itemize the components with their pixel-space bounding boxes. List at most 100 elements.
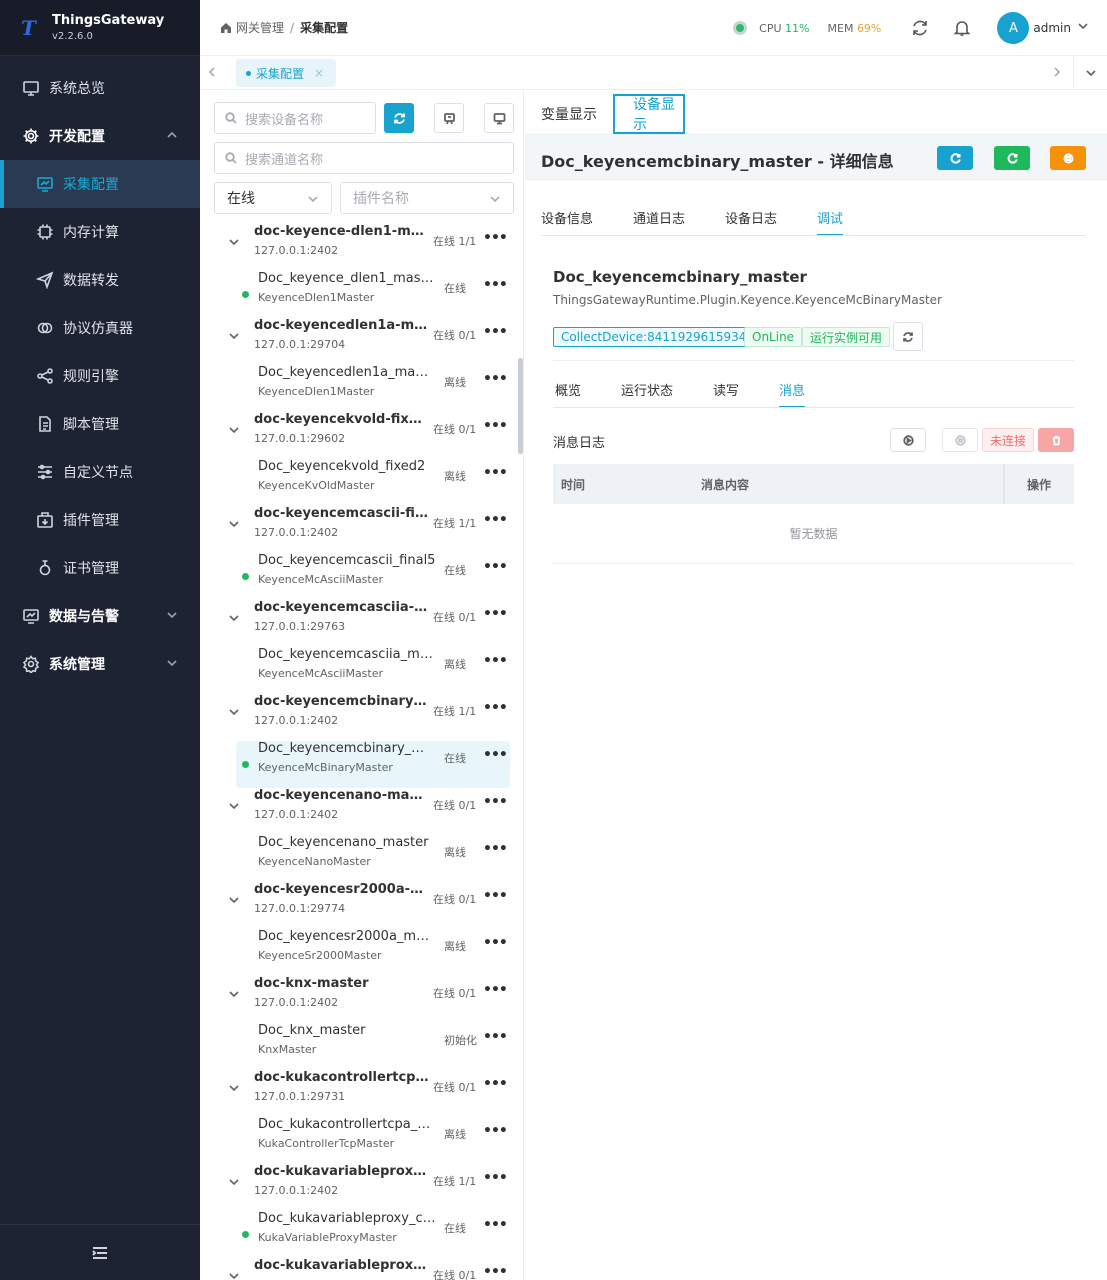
tree-channel-node[interactable]: doc-keyencemcascii-final5 127.0.0.1:2402 在… — [200, 506, 516, 553]
page-tab-collect-config[interactable]: 采集配置 × — [236, 59, 337, 87]
sidebar-item-memory-compute[interactable]: 内存计算 — [0, 208, 200, 256]
chevron-down-icon[interactable] — [228, 236, 240, 248]
tree-device-node[interactable]: Doc_keyencemcbinary_master KeyenceMcBinar… — [236, 741, 510, 788]
chevron-down-icon[interactable] — [228, 518, 240, 530]
chevron-down-icon[interactable] — [228, 612, 240, 624]
status-select[interactable]: 在线 — [214, 182, 332, 214]
more-icon[interactable]: ••• — [483, 230, 508, 246]
more-icon[interactable]: ••• — [483, 1170, 508, 1186]
more-icon[interactable]: ••• — [483, 700, 508, 716]
pause-log-button[interactable] — [942, 428, 978, 452]
sidebar-item-cert-manage[interactable]: 证书管理 — [0, 544, 200, 592]
more-icon[interactable]: ••• — [483, 653, 508, 669]
sidebar-item-custom-node[interactable]: 自定义节点 — [0, 448, 200, 496]
tab-device-log[interactable]: 设备日志 — [725, 208, 777, 236]
tab-device-display[interactable]: 设备显示 — [613, 94, 685, 134]
sidebar-item-plugin-manage[interactable]: 插件管理 — [0, 496, 200, 544]
restart-button[interactable] — [994, 146, 1030, 170]
tree-channel-node[interactable]: doc-knx-master 127.0.0.1:2402 在线 0/1 ••• — [200, 976, 516, 1023]
sidebar-group-dev-config[interactable]: 开发配置 — [0, 112, 200, 160]
more-icon[interactable]: ••• — [483, 747, 508, 763]
more-icon[interactable]: ••• — [483, 982, 508, 998]
more-icon[interactable]: ••• — [483, 1123, 508, 1139]
more-icon[interactable]: ••• — [483, 1264, 508, 1280]
sidebar-item-rule-engine[interactable]: 规则引擎 — [0, 352, 200, 400]
search-refresh-button[interactable] — [384, 103, 414, 133]
stop-button[interactable] — [1050, 146, 1086, 170]
search-device-input[interactable]: 搜索设备名称 — [214, 102, 376, 134]
sidebar-item-data-forward[interactable]: 数据转发 — [0, 256, 200, 304]
start-log-button[interactable] — [890, 428, 926, 452]
subtab-run-state[interactable]: 运行状态 — [621, 380, 673, 408]
tree-device-node[interactable]: Doc_keyence_dlen1_master_fixed KeyenceDle… — [200, 271, 516, 318]
more-icon[interactable]: ••• — [483, 888, 508, 904]
more-icon[interactable]: ••• — [483, 371, 508, 387]
subtab-overview[interactable]: 概览 — [555, 380, 581, 408]
more-icon[interactable]: ••• — [483, 465, 508, 481]
tree-channel-node[interactable]: doc-keyencemcbinary-master 127.0.0.1:2402… — [200, 694, 516, 741]
sidebar-group-data-alarm[interactable]: 数据与告警 — [0, 592, 200, 640]
chevron-down-icon[interactable] — [1077, 20, 1107, 36]
tabs-dropdown-button[interactable] — [1073, 56, 1107, 90]
chevron-down-icon[interactable] — [228, 424, 240, 436]
tree-device-node[interactable]: Doc_kukacontrollertcpa_manual KukaControl… — [200, 1117, 516, 1164]
breadcrumb-item[interactable]: 网关管理 — [236, 19, 284, 36]
tab-device-info[interactable]: 设备信息 — [541, 208, 593, 236]
tree-device-node[interactable]: Doc_keyencekvold_fixed2 KeyenceKvOldMaste… — [200, 459, 516, 506]
refresh-status-button[interactable] — [893, 322, 923, 351]
search-channel-input[interactable]: 搜索通道名称 — [214, 142, 514, 174]
more-icon[interactable]: ••• — [483, 559, 508, 575]
more-icon[interactable]: ••• — [483, 935, 508, 951]
tree-channel-node[interactable]: doc-kukacontrollertcpa-manual 127.0.0.1:2… — [200, 1070, 516, 1117]
plugin-select[interactable]: 插件名称 — [340, 182, 514, 214]
avatar[interactable]: A — [997, 12, 1030, 44]
chevron-down-icon[interactable] — [228, 988, 240, 1000]
tree-device-node[interactable]: Doc_keyencemcasciia_manual KeyenceMcAscii… — [200, 647, 516, 694]
tree-channel-node[interactable]: doc-keyencekvold-fixed2 127.0.0.1:29602 在线… — [200, 412, 516, 459]
more-icon[interactable]: ••• — [483, 794, 508, 810]
tree-scrollbar[interactable] — [518, 358, 523, 454]
more-icon[interactable]: ••• — [483, 324, 508, 340]
chevron-down-icon[interactable] — [228, 1176, 240, 1188]
monitor-action-button[interactable] — [484, 103, 514, 133]
sidebar-item-overview[interactable]: 系统总览 — [0, 64, 200, 112]
tree-channel-node[interactable]: doc-keyencesr2000a-manual 127.0.0.1:29774… — [200, 882, 516, 929]
tree-channel-node[interactable]: doc-kukavariableproxya-manual在线 0/1 ••• — [200, 1258, 516, 1280]
tree-device-node[interactable]: Doc_knx_master KnxMaster 初始化 ••• — [200, 1023, 516, 1070]
tree-channel-node[interactable]: doc-kukavariableproxy-capture 127.0.0.1:2… — [200, 1164, 516, 1211]
more-icon[interactable]: ••• — [483, 1217, 508, 1233]
tab-debug[interactable]: 调试 — [817, 208, 844, 236]
tree-device-node[interactable]: Doc_kukavariableproxy_capture KukaVariabl… — [200, 1211, 516, 1258]
chevron-down-icon[interactable] — [228, 1082, 240, 1094]
sidebar-item-protocol-simulator[interactable]: 协议仿真器 — [0, 304, 200, 352]
collapse-menu-button[interactable] — [0, 1224, 200, 1280]
bell-icon[interactable] — [953, 19, 971, 37]
device-action-button[interactable] — [434, 103, 464, 133]
chevron-down-icon[interactable] — [228, 330, 240, 342]
tabs-scroll-left-icon[interactable] — [206, 66, 218, 78]
tree-device-node[interactable]: Doc_keyencesr2000a_manual KeyenceSr2000Ma… — [200, 929, 516, 976]
more-icon[interactable]: ••• — [483, 606, 508, 622]
more-icon[interactable]: ••• — [483, 841, 508, 857]
tree-channel-node[interactable]: doc-keyencemcasciia-manual 127.0.0.1:2976… — [200, 600, 516, 647]
tree-channel-node[interactable]: doc-keyencedlen1a-manual 127.0.0.1:29704 在… — [200, 318, 516, 365]
column-resize-handle[interactable] — [1003, 464, 1005, 504]
tree-device-node[interactable]: Doc_keyencemcascii_final5 KeyenceMcAsciiM… — [200, 553, 516, 600]
more-icon[interactable]: ••• — [483, 1029, 508, 1045]
chevron-down-icon[interactable] — [228, 1270, 240, 1280]
chevron-down-icon[interactable] — [228, 894, 240, 906]
close-icon[interactable]: × — [314, 66, 324, 80]
more-icon[interactable]: ••• — [483, 512, 508, 528]
tree-channel-node[interactable]: doc-keyence-dlen1-master-fixed 127.0.0.1:… — [200, 224, 516, 271]
clear-log-button[interactable] — [1038, 428, 1074, 452]
tabs-scroll-right-icon[interactable] — [1051, 66, 1063, 78]
more-icon[interactable]: ••• — [483, 277, 508, 293]
subtab-messages[interactable]: 消息 — [779, 380, 806, 408]
tab-variable-display[interactable]: 变量显示 — [541, 94, 597, 134]
more-icon[interactable]: ••• — [483, 1076, 508, 1092]
sidebar-group-system-manage[interactable]: 系统管理 — [0, 640, 200, 688]
tree-device-node[interactable]: Doc_keyencedlen1a_manual KeyenceDlen1Mast… — [200, 365, 516, 412]
sidebar-item-script-manage[interactable]: 脚本管理 — [0, 400, 200, 448]
tree-channel-node[interactable]: doc-keyencenano-master 127.0.0.1:2402 在线 0… — [200, 788, 516, 835]
sidebar-item-collect-config[interactable]: 采集配置 — [0, 160, 200, 208]
